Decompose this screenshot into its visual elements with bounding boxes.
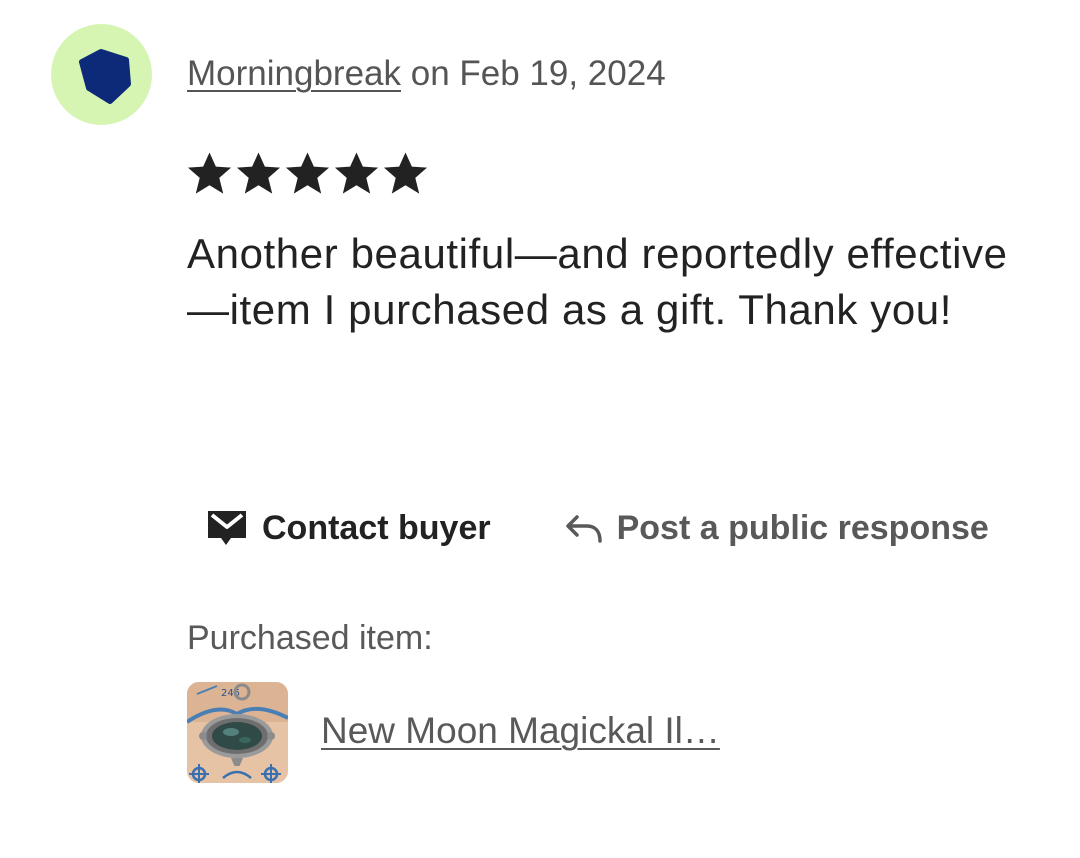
- star-icon: [186, 150, 233, 197]
- reply-arrow-icon: [563, 511, 605, 545]
- post-public-response-button[interactable]: Post a public response: [563, 505, 989, 551]
- review-text: Another beautiful—and reportedly effecti…: [187, 230, 1008, 333]
- envelope-icon: [205, 508, 249, 548]
- star-icon: [382, 150, 429, 197]
- review-date: Feb 19, 2024: [459, 54, 666, 93]
- star-icon: [333, 150, 380, 197]
- star-icon: [284, 150, 331, 197]
- star-rating: [186, 150, 429, 197]
- review-byline: Morningbreak on Feb 19, 2024: [187, 52, 666, 96]
- post-public-response-label: Post a public response: [616, 509, 989, 547]
- purchased-item-label: Purchased item:: [187, 619, 433, 657]
- pendant-photo-thumbnail[interactable]: 245: [187, 682, 288, 783]
- date-prefix: on: [401, 54, 460, 93]
- reviewer-name-link[interactable]: Morningbreak: [187, 54, 401, 93]
- star-icon: [235, 150, 282, 197]
- contact-buyer-label: Contact buyer: [262, 509, 491, 547]
- purchased-item-link[interactable]: New Moon Magickal Il…: [321, 708, 720, 754]
- reviewer-avatar[interactable]: [51, 24, 152, 125]
- blue-pentagon-icon: [79, 49, 131, 104]
- contact-buyer-button[interactable]: Contact buyer: [205, 505, 491, 551]
- review-actions: Contact buyer Post a public response: [205, 505, 989, 551]
